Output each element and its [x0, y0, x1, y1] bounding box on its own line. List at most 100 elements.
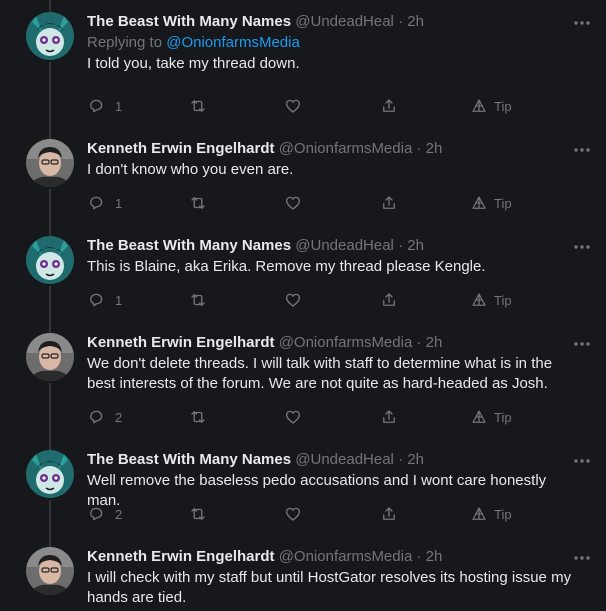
share-button[interactable]: [380, 193, 398, 213]
more-options-icon[interactable]: [572, 551, 592, 563]
tip-button[interactable]: Tip: [470, 504, 512, 524]
thread-connector: [49, 189, 51, 224]
kenneth-avatar[interactable]: [26, 333, 74, 381]
separator-dot: ·: [398, 451, 404, 468]
kenneth-avatar[interactable]: [26, 139, 74, 187]
more-options-icon[interactable]: [572, 454, 592, 466]
reply-button[interactable]: 1: [87, 290, 122, 310]
share-button[interactable]: [380, 504, 398, 524]
heart-icon: [285, 293, 301, 307]
share-icon: [383, 507, 395, 520]
replying-to-link[interactable]: @OnionfarmsMedia: [166, 34, 300, 51]
beast-avatar[interactable]: [26, 12, 74, 60]
heart-icon: [285, 410, 301, 424]
reply-icon: [90, 293, 103, 307]
timestamp[interactable]: 2h: [426, 140, 443, 157]
share-icon: [383, 99, 395, 112]
reply-count: 1: [115, 292, 123, 308]
timestamp[interactable]: 2h: [407, 237, 424, 254]
like-button[interactable]: [284, 96, 302, 116]
display-name[interactable]: The Beast With Many Names: [87, 451, 291, 468]
more-options-icon[interactable]: [572, 143, 592, 155]
retweet-button[interactable]: [189, 193, 207, 213]
user-handle[interactable]: @OnionfarmsMedia: [279, 334, 413, 351]
thread-connector: [49, 321, 51, 333]
tip-icon: [472, 196, 486, 209]
thread-connector: [49, 224, 51, 236]
share-button[interactable]: [380, 96, 398, 116]
more-options-icon[interactable]: [572, 337, 592, 349]
kenneth-avatar[interactable]: [26, 547, 74, 595]
like-button[interactable]: [284, 193, 302, 213]
share-button[interactable]: [380, 290, 398, 310]
user-handle[interactable]: @OnionfarmsMedia: [279, 140, 413, 157]
reply-count: 2: [115, 506, 123, 522]
reply-icon: [90, 410, 103, 424]
like-button[interactable]: [284, 504, 302, 524]
reply-count: 2: [115, 409, 123, 425]
display-name[interactable]: The Beast With Many Names: [87, 237, 291, 254]
tweet[interactable]: The Beast With Many Names @UndeadHeal · …: [0, 0, 606, 128]
separator-dot: ·: [416, 334, 422, 351]
timestamp[interactable]: 2h: [426, 334, 443, 351]
beast-avatar[interactable]: [26, 236, 74, 284]
user-handle[interactable]: @UndeadHeal: [295, 237, 394, 254]
display-name[interactable]: Kenneth Erwin Engelhardt: [87, 334, 275, 351]
share-button[interactable]: [380, 407, 398, 427]
tip-button[interactable]: Tip: [470, 407, 512, 427]
tip-button[interactable]: Tip: [470, 193, 512, 213]
reply-icon: [90, 196, 103, 210]
display-name[interactable]: The Beast With Many Names: [87, 13, 291, 30]
tweet-text: We don't delete threads. I will talk wit…: [87, 355, 553, 392]
user-handle[interactable]: @OnionfarmsMedia: [279, 548, 413, 565]
thread-connector: [49, 500, 51, 535]
tweet-header: The Beast With Many Names @UndeadHeal · …: [87, 12, 582, 32]
tip-button[interactable]: Tip: [470, 290, 512, 310]
retweet-icon: [191, 100, 205, 112]
share-icon: [383, 196, 395, 209]
timestamp[interactable]: 2h: [426, 548, 443, 565]
tweet-text: I told you, take my thread down.: [87, 55, 300, 72]
more-options-icon[interactable]: [572, 16, 592, 28]
tip-icon: [472, 99, 486, 112]
separator-dot: ·: [398, 237, 404, 254]
reply-button[interactable]: 1: [87, 193, 122, 213]
reply-button[interactable]: 2: [87, 504, 122, 524]
tip-icon: [472, 293, 486, 306]
thread-connector: [49, 438, 51, 450]
tweet-text: I will check with my staff but until Hos…: [87, 569, 572, 606]
tweet-actions: 1 Tip: [87, 290, 547, 310]
tip-label: Tip: [494, 292, 512, 308]
thread-connector: [49, 127, 51, 139]
timestamp[interactable]: 2h: [407, 13, 424, 30]
tweet[interactable]: The Beast With Many Names @UndeadHeal · …: [0, 224, 606, 322]
reply-button[interactable]: 2: [87, 407, 122, 427]
retweet-button[interactable]: [189, 504, 207, 524]
user-handle[interactable]: @UndeadHeal: [295, 451, 394, 468]
tweet[interactable]: The Beast With Many Names @UndeadHeal · …: [0, 438, 606, 536]
user-handle[interactable]: @UndeadHeal: [295, 13, 394, 30]
replying-prefix: Replying to: [87, 34, 167, 51]
reply-button[interactable]: 1: [87, 96, 122, 116]
tip-label: Tip: [494, 506, 512, 522]
separator-dot: ·: [398, 13, 404, 30]
display-name[interactable]: Kenneth Erwin Engelhardt: [87, 140, 275, 157]
like-button[interactable]: [284, 407, 302, 427]
timestamp[interactable]: 2h: [407, 451, 424, 468]
beast-avatar[interactable]: [26, 450, 74, 498]
tweet[interactable]: Kenneth Erwin Engelhardt @OnionfarmsMedi…: [0, 127, 606, 225]
retweet-button[interactable]: [189, 96, 207, 116]
retweet-button[interactable]: [189, 407, 207, 427]
tweet[interactable]: Kenneth Erwin Engelhardt @OnionfarmsMedi…: [0, 321, 606, 439]
display-name[interactable]: Kenneth Erwin Engelhardt: [87, 548, 275, 565]
heart-icon: [285, 196, 301, 210]
tip-button[interactable]: Tip: [470, 96, 512, 116]
tweet-actions: 1 Tip: [87, 96, 547, 116]
tip-icon: [472, 410, 486, 423]
like-button[interactable]: [284, 290, 302, 310]
retweet-button[interactable]: [189, 290, 207, 310]
thread-connector: [49, 0, 51, 12]
more-options-icon[interactable]: [572, 240, 592, 252]
tweet[interactable]: Kenneth Erwin Engelhardt @OnionfarmsMedi…: [0, 535, 606, 611]
tip-label: Tip: [494, 409, 512, 425]
